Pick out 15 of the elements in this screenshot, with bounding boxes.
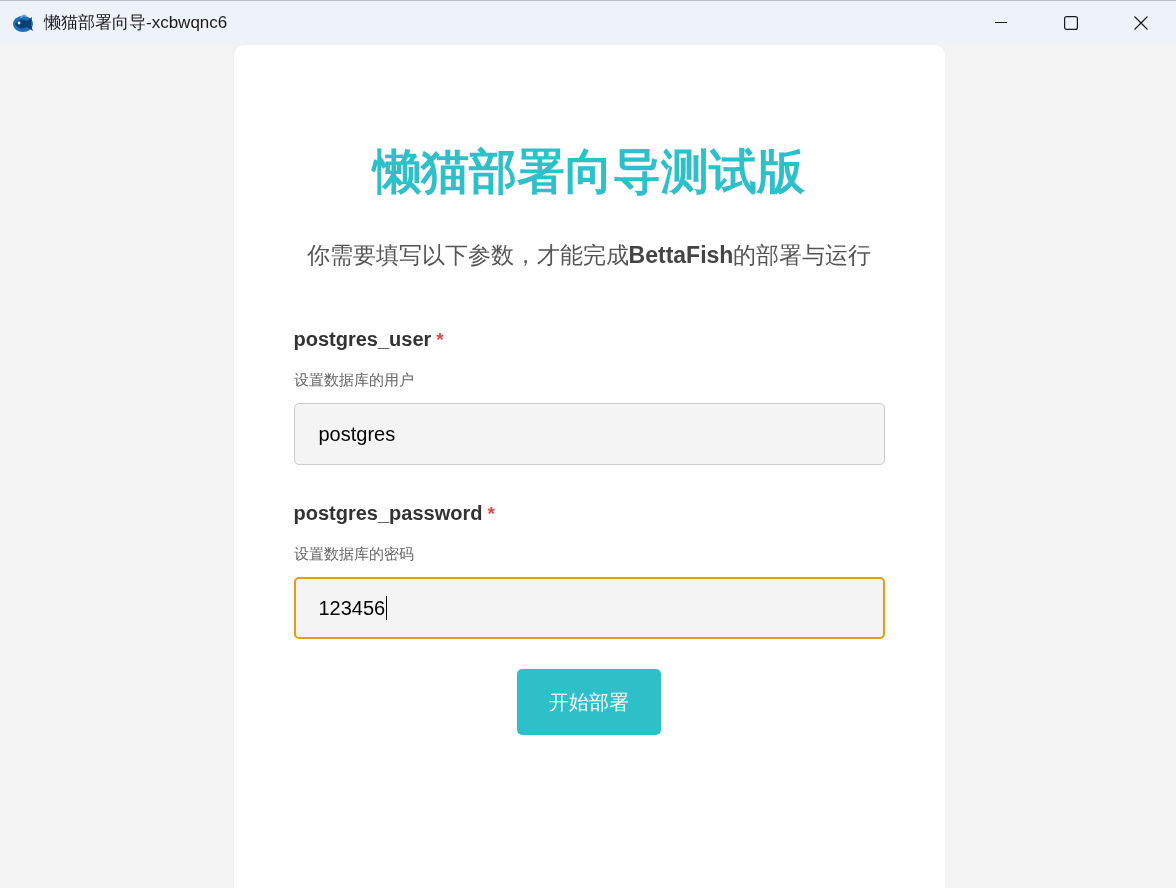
required-mark: *: [487, 502, 495, 526]
minimize-icon: [995, 22, 1007, 23]
close-icon: [1134, 15, 1148, 30]
text-caret-icon: [386, 596, 388, 620]
intro-text: 你需要填写以下参数，才能完成BettaFish的部署与运行: [305, 241, 873, 270]
input-field[interactable]: 123456: [293, 577, 885, 639]
field-label: postgres_user: [293, 327, 432, 352]
window-title: 懒猫部署向导-xcbwqnc6: [44, 12, 228, 34]
input-field[interactable]: postgres: [293, 403, 885, 465]
required-mark: *: [436, 328, 444, 352]
field-hint: 设置数据库的用户: [293, 370, 414, 390]
field-hint: 设置数据库的密码: [293, 544, 414, 564]
maximize-icon: [1064, 15, 1078, 30]
page-heading: 懒猫部署向导测试版: [370, 144, 806, 200]
field-label: postgres_password: [293, 501, 483, 526]
